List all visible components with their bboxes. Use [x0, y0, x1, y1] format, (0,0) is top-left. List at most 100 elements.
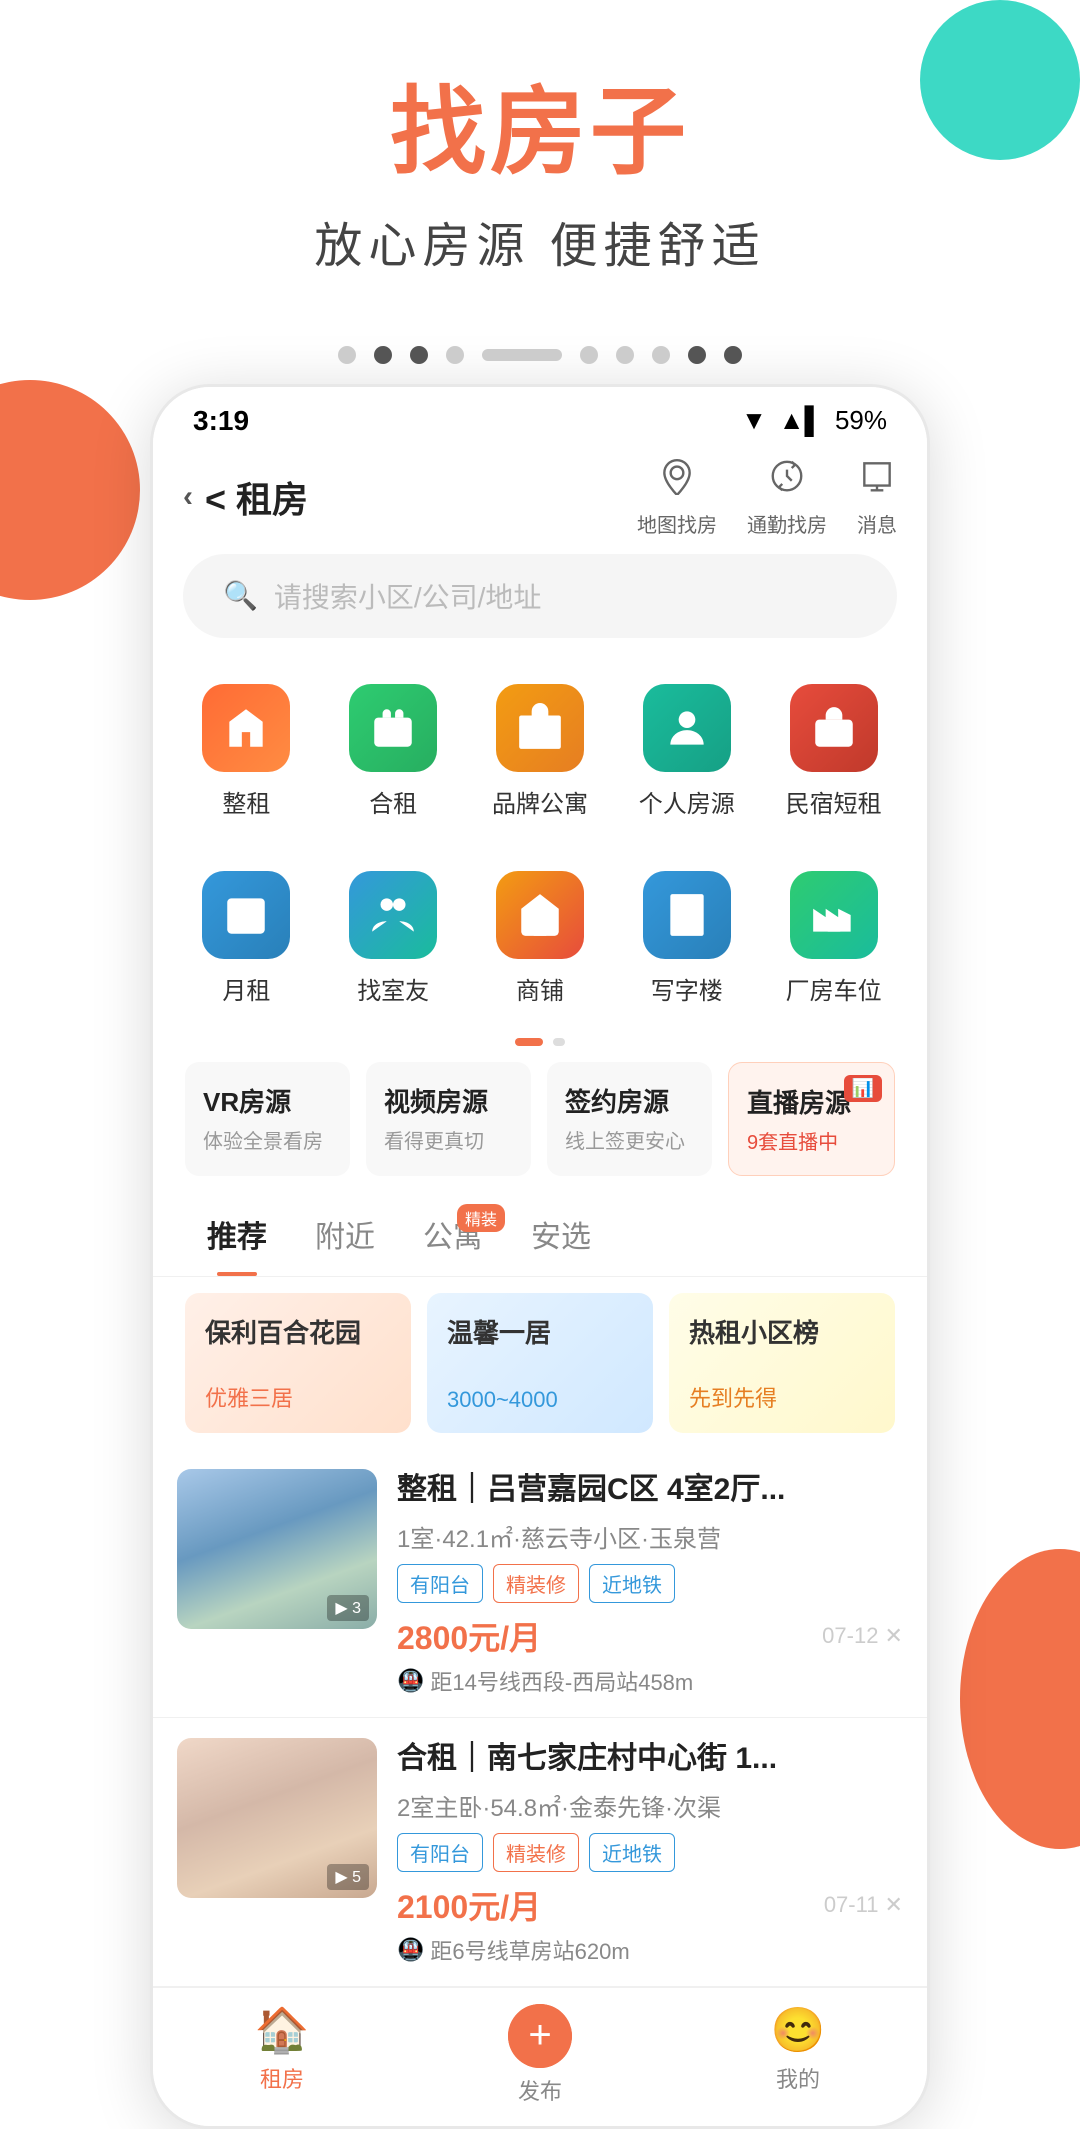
nav-commute-icon[interactable]: 通勤找房: [747, 457, 827, 538]
category-shangpu[interactable]: 商铺: [467, 855, 614, 1022]
message-icon: [858, 457, 896, 505]
category-office[interactable]: 写字楼: [613, 855, 760, 1022]
factory-icon: [790, 871, 878, 959]
video-title: 视频房源: [384, 1082, 513, 1119]
back-button[interactable]: ‹: [183, 480, 193, 514]
bottom-nav-profile[interactable]: 😊 我的: [669, 2004, 927, 2106]
indicator-dots: [150, 346, 930, 364]
nav-message-icon[interactable]: 消息: [857, 457, 897, 538]
dot-5: [580, 346, 598, 364]
sign-title: 签约房源: [565, 1082, 694, 1119]
nav-map-icon[interactable]: 地图找房: [637, 457, 717, 538]
listing-item-1[interactable]: ▶ 3 整租｜吕营嘉园C区 4室2厅... 1室·42.1㎡·慈云寺小区·玉泉营…: [153, 1449, 927, 1718]
dot-4: [446, 346, 464, 364]
nav-bar: ‹ < 租房 地图找房: [153, 447, 927, 554]
listing-thumb-1: ▶ 3: [177, 1469, 377, 1629]
subway-text-2: 距6号线草房站620m: [430, 1934, 629, 1966]
tab-nearby-label: 附近: [315, 1221, 375, 1254]
apartment-badge: 精装: [457, 1204, 505, 1232]
banner-poly[interactable]: 保利百合花园 优雅三居: [185, 1293, 411, 1433]
listing-1-price: 2800元/月: [397, 1613, 541, 1659]
listing-1-tags: 有阳台 精装修 近地铁: [397, 1564, 903, 1603]
search-placeholder-text: 请搜索小区/公司/地址: [274, 576, 542, 616]
subway-icon: 🚇: [397, 1668, 424, 1694]
banner-warmth[interactable]: 温馨一居 3000~4000: [427, 1293, 653, 1433]
banner-cards: 保利百合花园 优雅三居 温馨一居 3000~4000 热租小区榜 先到先得: [153, 1293, 927, 1449]
category-grid-row1: 整租 合租 品牌公: [153, 658, 927, 845]
feature-live[interactable]: 📊 直播房源 9套直播中: [728, 1062, 895, 1176]
listing-1-date: 07-12 ✕: [822, 1623, 903, 1649]
publish-nav-icon: +: [508, 2004, 572, 2068]
status-bar: 3:19 ▼ ▲▌ 59%: [153, 387, 927, 447]
feature-vr[interactable]: VR房源 体验全景看房: [185, 1062, 350, 1176]
page-title: < 租房: [205, 471, 308, 523]
live-count: 9套直播中: [747, 1126, 876, 1155]
listing-1-subway: 🚇 距14号线西段-西局站458m: [397, 1665, 903, 1697]
brand-label: 品牌公寓: [492, 784, 588, 819]
hero-title: 找房子: [0, 80, 1080, 186]
roommate-label: 找室友: [357, 971, 429, 1006]
dot-3: [410, 346, 428, 364]
feature-cards: VR房源 体验全景看房 视频房源 看得更真切 签约房源 线上签更安心 📊 直播房…: [153, 1062, 927, 1196]
tab-nearby[interactable]: 附近: [291, 1196, 399, 1276]
tab-recommend[interactable]: 推荐: [183, 1196, 291, 1276]
category-factory[interactable]: 厂房车位: [760, 855, 907, 1022]
bg-decoration-orange-right: [960, 1549, 1080, 1849]
bg-decoration-orange-left: [0, 380, 140, 600]
hzu-label: 合租: [369, 784, 417, 819]
wifi-icon: ▼: [741, 405, 767, 436]
category-yuzu[interactable]: 月 月租: [173, 855, 320, 1022]
page-dots: [153, 1038, 927, 1046]
office-icon: [643, 871, 731, 959]
category-brand[interactable]: 品牌公寓: [467, 668, 614, 835]
office-label: 写字楼: [651, 971, 723, 1006]
tag-subway: 近地铁: [589, 1564, 675, 1603]
listing-info-2: 合租｜南七家庄村中心街 1... 2室主卧·54.8㎡·金泰先锋·次渠 有阳台 …: [397, 1738, 903, 1966]
bottom-nav-publish[interactable]: + 发布: [411, 2004, 669, 2106]
listing-1-price-row: 2800元/月 07-12 ✕: [397, 1613, 903, 1659]
listing-photo-count: ▶ 3: [327, 1595, 369, 1621]
map-label: 地图找房: [637, 509, 717, 538]
search-bar[interactable]: 🔍 请搜索小区/公司/地址: [183, 554, 897, 638]
listing-1-title: 整租｜吕营嘉园C区 4室2厅...: [397, 1469, 903, 1511]
yuzu-icon: 月: [202, 871, 290, 959]
tabs-row: 推荐 附近 公寓 精装 安选: [153, 1196, 927, 1277]
vr-sub: 体验全景看房: [203, 1125, 332, 1154]
tab-apartment[interactable]: 公寓 精装: [399, 1196, 507, 1276]
nav-title[interactable]: ‹ < 租房: [183, 471, 308, 523]
page-dot-1: [515, 1038, 543, 1046]
yuzu-label: 月租: [222, 971, 270, 1006]
bottom-nav-home[interactable]: 🏠 租房: [153, 2004, 411, 2106]
listing-item-2[interactable]: ▶ 5 合租｜南七家庄村中心街 1... 2室主卧·54.8㎡·金泰先锋·次渠 …: [153, 1718, 927, 1987]
category-roommate[interactable]: 找室友: [320, 855, 467, 1022]
banner-hot[interactable]: 热租小区榜 先到先得: [669, 1293, 895, 1433]
tab-recommend-label: 推荐: [207, 1221, 267, 1254]
dot-9: [724, 346, 742, 364]
feature-sign[interactable]: 签约房源 线上签更安心: [547, 1062, 712, 1176]
tab-select[interactable]: 安选: [507, 1196, 615, 1276]
tag-2-balcony: 有阳台: [397, 1833, 483, 1872]
category-personal[interactable]: 个人房源: [613, 668, 760, 835]
personal-label: 个人房源: [639, 784, 735, 819]
message-label: 消息: [857, 509, 897, 538]
search-icon: 🔍: [223, 579, 258, 612]
commute-label: 通勤找房: [747, 509, 827, 538]
tag-balcony: 有阳台: [397, 1564, 483, 1603]
listing-photo-count-2: ▶ 5: [327, 1864, 369, 1890]
dot-7: [652, 346, 670, 364]
svg-text:月: 月: [236, 910, 253, 929]
listing-2-title: 合租｜南七家庄村中心街 1...: [397, 1738, 903, 1780]
battery-text: 59%: [835, 405, 887, 436]
feature-video[interactable]: 视频房源 看得更真切: [366, 1062, 531, 1176]
category-hzu[interactable]: 合租: [320, 668, 467, 835]
category-minsu[interactable]: 民宿短租: [760, 668, 907, 835]
category-zhenzu[interactable]: 整租: [173, 668, 320, 835]
live-badge-icon: 📊: [844, 1075, 882, 1102]
minsu-icon: [790, 684, 878, 772]
tag-2-subway: 近地铁: [589, 1833, 675, 1872]
subway-icon-2: 🚇: [397, 1937, 424, 1963]
page-dot-2: [553, 1038, 565, 1046]
status-icons: ▼ ▲▌ 59%: [741, 405, 887, 436]
listing-1-desc: 1室·42.1㎡·慈云寺小区·玉泉营: [397, 1519, 903, 1554]
phone-frame: 3:19 ▼ ▲▌ 59% ‹ < 租房: [150, 384, 930, 2129]
